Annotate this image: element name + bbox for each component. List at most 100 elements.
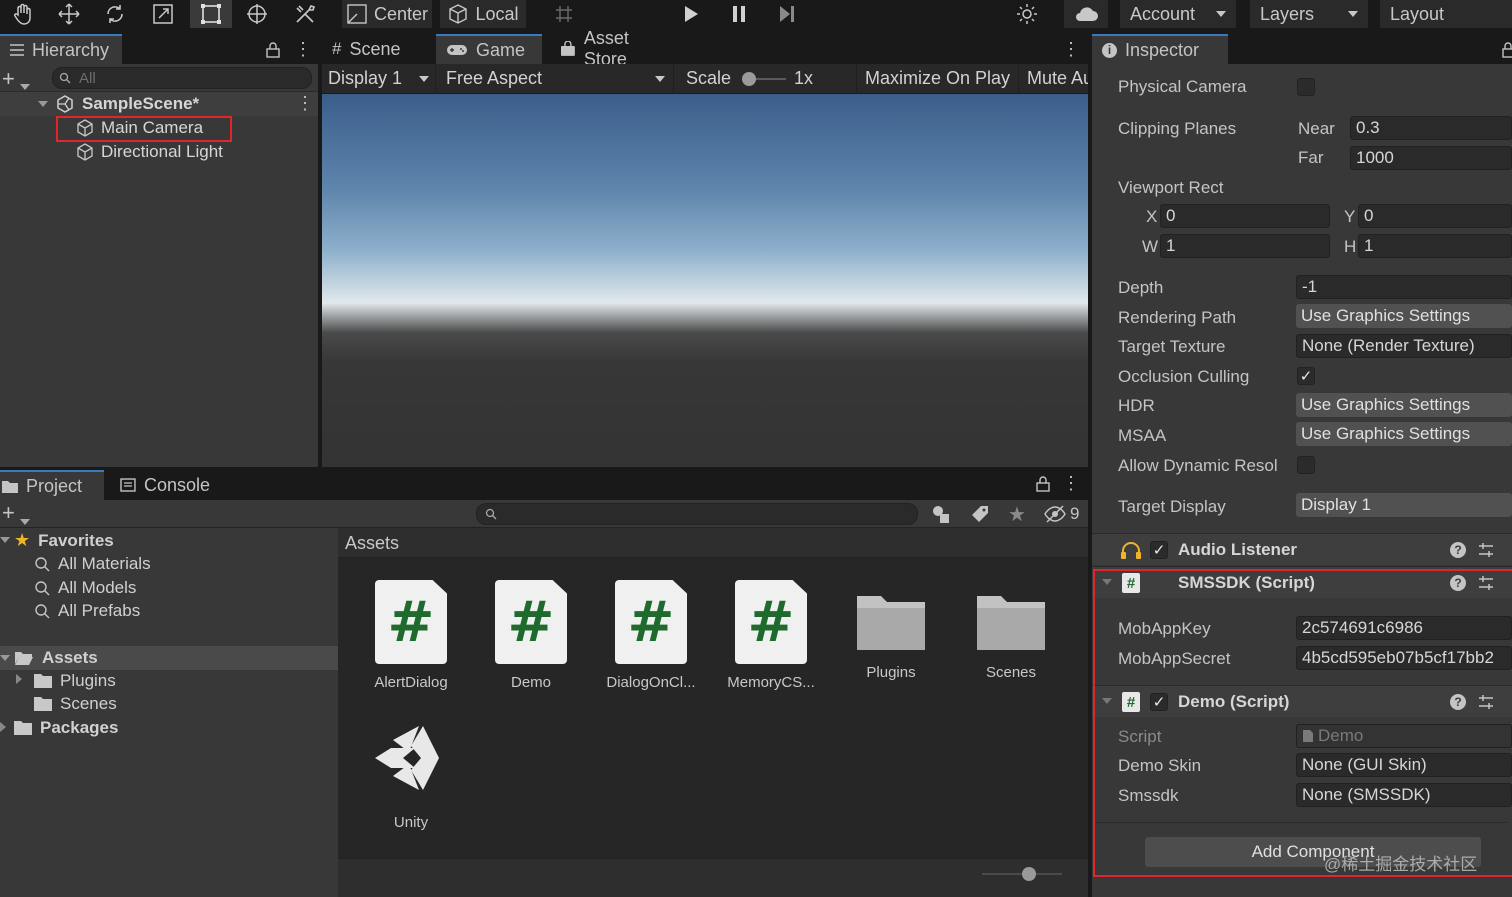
move-tool-icon[interactable]	[52, 0, 86, 28]
account-dropdown[interactable]: Account	[1120, 0, 1236, 28]
viewport-w-field[interactable]: 1	[1160, 234, 1330, 258]
tab-project[interactable]: Project	[0, 470, 104, 500]
rotate-tool-icon[interactable]	[98, 0, 132, 28]
rendering-path-dropdown[interactable]: Use Graphics Settings	[1296, 304, 1512, 328]
chevron-down-icon[interactable]	[38, 101, 48, 107]
mute-audio-toggle[interactable]: Mute Au	[1018, 64, 1088, 93]
folder-label: Scenes	[60, 694, 117, 713]
game-viewport[interactable]	[322, 94, 1088, 467]
favorite-all-models[interactable]: All Models	[34, 578, 136, 598]
folder-icon	[855, 592, 927, 652]
chevron-down-icon	[655, 75, 665, 82]
star-icon[interactable]: ★	[1008, 502, 1026, 527]
more-menu-icon[interactable]: ⋮	[1062, 40, 1080, 58]
chevron-down-icon[interactable]	[0, 537, 10, 543]
more-menu-icon[interactable]: ⋮	[294, 40, 312, 58]
asset-label: MemoryCS...	[727, 674, 815, 691]
viewport-x-field[interactable]: 0	[1160, 204, 1330, 228]
breadcrumb-assets[interactable]: Assets	[345, 533, 399, 554]
target-texture-field[interactable]: None (Render Texture)	[1296, 334, 1512, 358]
lock-icon[interactable]	[266, 42, 280, 58]
tab-scene[interactable]: # Scene	[322, 34, 432, 64]
hdr-dropdown[interactable]: Use Graphics Settings	[1296, 393, 1512, 417]
csharp-script-icon: #	[615, 580, 687, 664]
more-menu-icon[interactable]: ⋮	[1062, 474, 1080, 492]
hidden-packages-toggle[interactable]: 9	[1044, 504, 1079, 524]
favorite-label: All Materials	[58, 554, 151, 573]
target-display-dropdown[interactable]: Display 1	[1296, 493, 1512, 517]
scale-value: 1x	[794, 68, 814, 88]
chevron-right-icon[interactable]	[16, 674, 22, 684]
asset-alertdialog[interactable]: # AlertDialog	[356, 580, 466, 691]
layers-dropdown[interactable]: Layers	[1250, 0, 1368, 28]
dynamic-resolution-checkbox[interactable]	[1297, 456, 1315, 474]
cloud-icon[interactable]	[1064, 0, 1108, 28]
favorite-all-prefabs[interactable]: All Prefabs	[34, 601, 140, 621]
folder-plugins-item[interactable]: Plugins	[34, 671, 116, 691]
scene-row[interactable]: SampleScene* ⋮	[0, 92, 318, 116]
more-menu-icon[interactable]: ⋮	[296, 93, 314, 114]
icon-size-slider[interactable]	[982, 867, 1062, 881]
pivot-center-button[interactable]: Center	[342, 0, 432, 28]
asset-scenes-folder[interactable]: Scenes	[956, 580, 1066, 681]
tab-asset-store[interactable]: Asset Store	[550, 28, 686, 69]
layout-dropdown[interactable]: Layout	[1380, 0, 1512, 28]
aspect-dropdown[interactable]: Free Aspect	[438, 64, 674, 93]
add-icon[interactable]: +	[2, 66, 15, 92]
viewport-y-field[interactable]: 0	[1358, 204, 1512, 228]
hierarchy-item-directional-light[interactable]: Directional Light	[0, 140, 318, 164]
assets-root-item[interactable]: Assets	[14, 648, 98, 668]
asset-dialogoncl[interactable]: # DialogOnCl...	[596, 580, 706, 691]
viewport-h-field[interactable]: 1	[1358, 234, 1512, 258]
project-search-input[interactable]	[476, 503, 918, 525]
chevron-right-icon[interactable]	[0, 722, 6, 732]
asset-plugins-folder[interactable]: Plugins	[836, 580, 946, 681]
scale-slider[interactable]	[742, 72, 786, 86]
hierarchy-search-input[interactable]: All	[52, 67, 312, 89]
asset-demo[interactable]: # Demo	[476, 580, 586, 691]
grid-snap-icon[interactable]	[548, 0, 580, 28]
pause-button[interactable]	[720, 0, 758, 28]
audio-listener-enabled-checkbox[interactable]: ✓	[1150, 541, 1168, 559]
hand-tool-icon[interactable]	[6, 0, 40, 28]
depth-field[interactable]: -1	[1296, 275, 1512, 299]
tab-console[interactable]: Console	[110, 470, 220, 500]
msaa-dropdown[interactable]: Use Graphics Settings	[1296, 422, 1512, 446]
chevron-down-icon[interactable]	[0, 655, 10, 661]
tab-inspector[interactable]: i Inspector	[1092, 34, 1228, 64]
display-dropdown[interactable]: Display 1	[322, 64, 436, 93]
far-clip-field[interactable]: 1000	[1350, 146, 1512, 170]
step-button[interactable]	[768, 0, 806, 28]
asset-unity-scene[interactable]: Unity	[356, 718, 466, 831]
occlusion-culling-checkbox[interactable]: ✓	[1297, 367, 1315, 385]
space-local-button[interactable]: Local	[440, 0, 526, 28]
tab-hierarchy[interactable]: Hierarchy	[0, 34, 122, 64]
lock-icon[interactable]	[1036, 476, 1050, 492]
chevron-down-icon[interactable]	[20, 510, 30, 530]
asset-memorycs[interactable]: # MemoryCS...	[716, 580, 826, 691]
mute-label: Mute Au	[1027, 68, 1088, 88]
folder-scenes-item[interactable]: Scenes	[34, 694, 117, 714]
transform-tool-icon[interactable]	[240, 0, 274, 28]
sun-icon[interactable]	[1008, 0, 1046, 28]
maximize-on-play-toggle[interactable]: Maximize On Play	[856, 64, 1016, 93]
component-settings-icon[interactable]	[1478, 542, 1494, 558]
tab-game[interactable]: Game	[436, 34, 542, 64]
play-button[interactable]	[672, 0, 710, 28]
favorite-all-materials[interactable]: All Materials	[34, 554, 151, 574]
physical-camera-checkbox[interactable]	[1297, 78, 1315, 96]
packages-item[interactable]: Packages	[14, 718, 118, 738]
near-clip-field[interactable]: 0.3	[1350, 116, 1512, 140]
filter-by-type-icon[interactable]	[930, 503, 952, 525]
slider-thumb[interactable]	[742, 72, 756, 86]
lock-icon[interactable]	[1502, 42, 1512, 58]
audio-listener-header[interactable]: ✓ Audio Listener ?	[1092, 533, 1512, 565]
filter-by-label-icon[interactable]	[970, 504, 990, 524]
rect-tool-icon[interactable]	[190, 0, 232, 28]
custom-tool-icon[interactable]	[288, 0, 322, 28]
add-icon[interactable]: +	[2, 500, 15, 526]
scale-tool-icon[interactable]	[146, 0, 180, 28]
slider-thumb[interactable]	[1022, 867, 1036, 881]
help-icon[interactable]: ?	[1450, 542, 1466, 558]
favorites-item[interactable]: ★ Favorites	[14, 530, 114, 551]
